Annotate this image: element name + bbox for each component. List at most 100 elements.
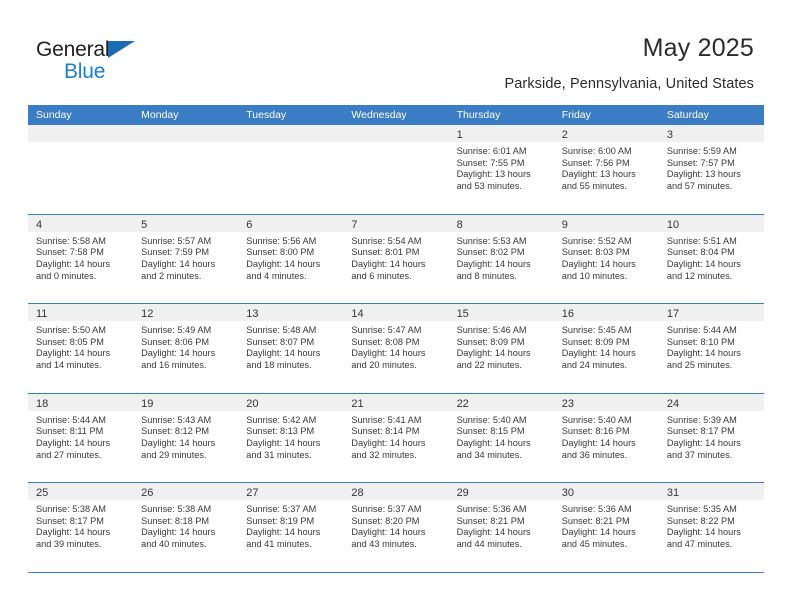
calendar-day-cell[interactable]: 13 Sunrise: 5:48 AM Sunset: 8:07 PM Dayligh… [238, 304, 344, 393]
calendar-day-cell[interactable]: 15 Sunrise: 5:46 AM Sunset: 8:09 PM Dayligh… [448, 304, 554, 393]
day-details: Sunrise: 5:38 AM Sunset: 8:17 PM Daylight:… [28, 500, 133, 551]
day-number-band: 18 [28, 393, 134, 411]
calendar-day-cell[interactable]: 22 Sunrise: 5:40 AM Sunset: 8:15 PM Dayligh… [448, 393, 554, 482]
calendar-day-cell-empty [343, 125, 449, 214]
day-number: 9 [561, 218, 568, 231]
day-detail-line: and 0 minutes. [36, 270, 97, 281]
page-header: General Blue May 2025 Parkside, Pennsylv… [0, 0, 792, 104]
day-detail-line: and 20 minutes. [351, 360, 417, 371]
calendar-day-cell[interactable]: 30 Sunrise: 5:36 AM Sunset: 8:21 PM Dayligh… [553, 483, 659, 572]
day-number-band: 29 [448, 483, 554, 500]
day-detail-line: and 31 minutes. [246, 449, 312, 460]
day-detail-line: Sunset: 8:19 PM [246, 515, 315, 526]
calendar-day-cell[interactable]: 26 Sunrise: 5:38 AM Sunset: 8:18 PM Dayligh… [133, 483, 239, 572]
calendar-day-cell[interactable]: 10 Sunrise: 5:51 AM Sunset: 8:04 PM Dayligh… [658, 214, 764, 303]
day-details: Sunrise: 5:40 AM Sunset: 8:16 PM Daylight:… [554, 411, 659, 462]
day-number-band: 15 [448, 304, 554, 321]
day-detail-line: Sunset: 8:12 PM [141, 426, 210, 437]
calendar-day-cell[interactable]: 16 Sunrise: 5:45 AM Sunset: 8:09 PM Dayligh… [553, 304, 659, 393]
calendar-day-cell[interactable]: 25 Sunrise: 5:38 AM Sunset: 8:17 PM Dayligh… [28, 483, 134, 572]
day-detail-line: Sunset: 8:09 PM [456, 336, 525, 347]
day-details: Sunrise: 5:56 AM Sunset: 8:00 PM Daylight:… [238, 232, 343, 283]
day-detail-line: Sunset: 8:11 PM [36, 426, 104, 437]
calendar-day-cell[interactable]: 7 Sunrise: 5:54 AM Sunset: 8:01 PM Daylight… [343, 214, 449, 303]
brand-name-blue: Blue [64, 60, 106, 83]
page-subtitle: Parkside, Pennsylvania, United States [504, 76, 754, 92]
day-number-band: 8 [448, 214, 554, 232]
day-details: Sunrise: 5:44 AM Sunset: 8:10 PM Daylight:… [659, 321, 764, 372]
day-detail-line: Daylight: 14 hours [246, 527, 321, 538]
day-detail-line: Daylight: 14 hours [666, 258, 741, 269]
day-number: 22 [456, 397, 469, 410]
day-detail-line: Daylight: 14 hours [36, 258, 111, 269]
calendar-day-cell[interactable]: 29 Sunrise: 5:36 AM Sunset: 8:21 PM Dayligh… [448, 483, 554, 572]
calendar-day-cell[interactable]: 18 Sunrise: 5:44 AM Sunset: 8:11 PM Dayligh… [28, 393, 134, 482]
day-number-band: 30 [553, 483, 659, 500]
day-detail-line: Sunset: 7:59 PM [141, 247, 210, 258]
day-detail-line: Sunrise: 5:57 AM [141, 235, 212, 246]
day-detail-line: Sunrise: 5:52 AM [561, 235, 632, 246]
day-detail-line: Daylight: 14 hours [36, 527, 111, 538]
day-detail-line: Sunset: 8:08 PM [351, 336, 420, 347]
day-detail-line: Sunset: 8:20 PM [351, 515, 420, 526]
calendar-day-cell[interactable]: 4 Sunrise: 5:58 AM Sunset: 7:58 PM Daylight… [28, 214, 134, 303]
day-detail-line: and 18 minutes. [246, 360, 312, 371]
calendar-day-cell[interactable]: 31 Sunrise: 5:35 AM Sunset: 8:22 PM Dayligh… [658, 483, 764, 572]
day-detail-line: Sunrise: 5:53 AM [456, 235, 527, 246]
calendar-day-cell[interactable]: 5 Sunrise: 5:57 AM Sunset: 7:59 PM Daylight… [133, 214, 239, 303]
calendar-day-cell[interactable]: 9 Sunrise: 5:52 AM Sunset: 8:03 PM Daylight… [553, 214, 659, 303]
day-details [238, 142, 343, 146]
day-detail-line: Sunset: 8:16 PM [561, 426, 630, 437]
calendar-day-cell[interactable]: 19 Sunrise: 5:43 AM Sunset: 8:12 PM Dayligh… [133, 393, 239, 482]
day-details: Sunrise: 5:49 AM Sunset: 8:06 PM Daylight:… [133, 321, 238, 372]
day-details: Sunrise: 5:57 AM Sunset: 7:59 PM Daylight:… [133, 232, 238, 283]
calendar-day-cell[interactable]: 8 Sunrise: 5:53 AM Sunset: 8:02 PM Daylight… [448, 214, 554, 303]
calendar-day-cell[interactable]: 14 Sunrise: 5:47 AM Sunset: 8:08 PM Dayligh… [343, 304, 449, 393]
calendar-day-cell[interactable]: 1 Sunrise: 6:01 AM Sunset: 7:55 PM Daylight… [448, 125, 554, 214]
day-detail-line: Sunrise: 5:38 AM [141, 504, 212, 514]
day-detail-line: Sunrise: 5:42 AM [246, 414, 317, 425]
day-detail-line: Sunrise: 5:51 AM [666, 235, 737, 246]
day-number: 6 [246, 218, 253, 231]
weekday-header-row: Sunday Monday Tuesday Wednesday Thursday… [28, 105, 764, 125]
calendar-day-cell[interactable]: 24 Sunrise: 5:39 AM Sunset: 8:17 PM Dayligh… [658, 393, 764, 482]
day-number: 21 [351, 397, 364, 410]
calendar-day-cell[interactable]: 3 Sunrise: 5:59 AM Sunset: 7:57 PM Daylight… [658, 125, 764, 214]
day-number: 17 [666, 308, 680, 320]
day-details: Sunrise: 5:42 AM Sunset: 8:13 PM Daylight:… [238, 411, 343, 462]
day-detail-line: Sunrise: 5:56 AM [246, 235, 317, 246]
calendar-day-cell[interactable]: 23 Sunrise: 5:40 AM Sunset: 8:16 PM Dayligh… [553, 393, 659, 482]
calendar-weeks: 1 Sunrise: 6:01 AM Sunset: 7:55 PM Daylight… [28, 125, 764, 573]
day-detail-line: Sunset: 8:05 PM [36, 336, 104, 347]
day-details: Sunrise: 5:36 AM Sunset: 8:21 PM Daylight:… [449, 500, 554, 551]
day-detail-line: and 27 minutes. [36, 449, 102, 460]
day-details: Sunrise: 5:40 AM Sunset: 8:15 PM Daylight:… [449, 411, 554, 462]
calendar-day-cell[interactable]: 28 Sunrise: 5:37 AM Sunset: 8:20 PM Dayligh… [343, 483, 449, 572]
brand-logo[interactable]: General Blue [36, 38, 216, 84]
day-number-band: 17 [658, 304, 764, 321]
day-details: Sunrise: 6:00 AM Sunset: 7:56 PM Daylight:… [554, 142, 659, 193]
day-detail-line: and 55 minutes. [561, 181, 628, 192]
day-detail-line: Sunrise: 5:49 AM [141, 325, 212, 335]
calendar-day-cell[interactable]: 27 Sunrise: 5:37 AM Sunset: 8:19 PM Dayligh… [238, 483, 344, 572]
calendar-day-cell[interactable]: 12 Sunrise: 5:49 AM Sunset: 8:06 PM Dayligh… [133, 304, 239, 393]
calendar-day-cell[interactable]: 21 Sunrise: 5:41 AM Sunset: 8:14 PM Dayligh… [343, 393, 449, 482]
day-details [133, 142, 238, 146]
day-number: 11 [36, 308, 48, 320]
day-number-band: 26 [133, 483, 239, 500]
calendar-day-cell[interactable]: 17 Sunrise: 5:44 AM Sunset: 8:10 PM Dayligh… [658, 304, 764, 393]
calendar-day-cell[interactable]: 20 Sunrise: 5:42 AM Sunset: 8:13 PM Dayligh… [238, 393, 344, 482]
calendar-day-cell[interactable]: 11 Sunrise: 5:50 AM Sunset: 8:05 PM Dayligh… [28, 304, 134, 393]
day-detail-line: Sunset: 8:17 PM [666, 426, 735, 437]
day-detail-line: Daylight: 14 hours [351, 258, 426, 269]
day-detail-line: Sunset: 7:56 PM [561, 157, 630, 168]
calendar-grid: Sunday Monday Tuesday Wednesday Thursday… [28, 105, 764, 573]
calendar-day-cell[interactable]: 6 Sunrise: 5:56 AM Sunset: 8:00 PM Daylight… [238, 214, 344, 303]
calendar-day-cell[interactable]: 2 Sunrise: 6:00 AM Sunset: 7:56 PM Daylight… [553, 125, 659, 214]
day-detail-line: Sunrise: 6:01 AM [456, 146, 527, 156]
day-number-band: 2 [553, 125, 659, 142]
calendar-week-row: 25 Sunrise: 5:38 AM Sunset: 8:17 PM Dayligh… [28, 483, 764, 573]
day-detail-line: Sunrise: 5:36 AM [456, 504, 527, 514]
day-detail-line: Sunset: 8:22 PM [666, 515, 735, 526]
day-number: 23 [561, 397, 574, 410]
